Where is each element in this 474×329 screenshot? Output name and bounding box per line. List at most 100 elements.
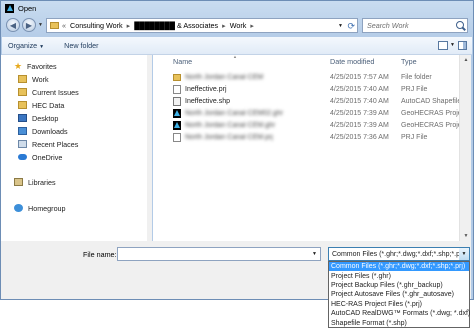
nav-scrollbar[interactable] xyxy=(147,55,152,241)
forward-arrow-icon: ▶ xyxy=(25,20,33,30)
breadcrumb-associates-label: ████████ & Associates xyxy=(134,21,219,30)
downloads-icon xyxy=(18,127,27,135)
nav-item-label: Recent Places xyxy=(32,139,79,149)
breadcrumb-consulting-work[interactable]: Consulting Work xyxy=(70,21,123,30)
scroll-up-icon[interactable]: ▲ xyxy=(462,56,470,64)
back-arrow-icon: ◀ xyxy=(9,20,17,30)
folder-icon xyxy=(18,75,27,83)
nav-item-work[interactable]: Work xyxy=(18,73,49,85)
file-type-option[interactable]: HEC-RAS Project Files (*.prj) xyxy=(329,300,469,309)
file-type-option[interactable]: AutoCAD RealDWG™ Formats (*.dwg; *.dxf) xyxy=(329,309,470,318)
libraries-icon xyxy=(14,178,23,186)
nav-item-downloads[interactable]: Downloads xyxy=(18,125,68,137)
column-header-name[interactable]: Name ▲ xyxy=(173,54,323,68)
nav-item-label: Current Issues xyxy=(32,87,79,97)
nav-item-hec-data[interactable]: HEC Data xyxy=(18,99,64,111)
breadcrumb-separator-icon[interactable]: ▸ xyxy=(127,21,131,30)
overflow-chevron-icon[interactable]: « xyxy=(62,21,66,30)
nav-favorites-label: Favorites xyxy=(27,61,57,71)
chevron-down-icon[interactable]: ▼ xyxy=(459,248,469,260)
recent-locations-dropdown[interactable]: ▼ xyxy=(38,22,43,28)
new-folder-button[interactable]: New folder xyxy=(58,41,104,50)
folder-icon xyxy=(18,101,27,109)
chevron-down-icon: ▼ xyxy=(39,44,45,50)
file-date: 4/25/2015 7:39 AM xyxy=(330,110,389,117)
file-list-scrollbar[interactable]: ▲ ▼ xyxy=(459,55,471,241)
file-type: GeoHECRAS Project xyxy=(401,122,459,129)
refresh-icon[interactable]: ⟳ xyxy=(347,21,355,32)
file-type: File folder xyxy=(401,74,432,81)
column-header-type[interactable]: Type xyxy=(401,55,417,68)
file-row[interactable]: North Jordan Canal CEM02.ghr 4/25/2015 7… xyxy=(153,108,459,119)
address-bar[interactable]: « Consulting Work ▸ ████████ & Associate… xyxy=(46,18,358,33)
organize-label: Organize xyxy=(8,41,38,50)
breadcrumb-separator-icon[interactable]: ▸ xyxy=(250,21,254,30)
breadcrumb-associates[interactable]: ████████ & Associates xyxy=(134,21,218,30)
folder-icon xyxy=(173,74,181,81)
scroll-down-icon[interactable]: ▼ xyxy=(462,232,470,240)
homegroup-icon xyxy=(14,204,23,212)
file-type-dropdown-list: Common Files (*.ghr;*.dwg;*.dxf;*.shp;*.… xyxy=(328,261,470,328)
back-button[interactable]: ◀ xyxy=(6,18,20,32)
nav-item-label: OneDrive xyxy=(32,152,63,162)
ghr-file-icon xyxy=(173,121,181,130)
file-name: Ineffective.prj xyxy=(185,86,227,93)
nav-libraries-label: Libraries xyxy=(28,177,56,187)
search-placeholder: Search Work xyxy=(367,21,409,30)
file-date: 4/25/2015 7:57 AM xyxy=(330,74,389,81)
file-type-option[interactable]: Shapefile Format (*.shp) xyxy=(329,318,469,327)
search-icon xyxy=(456,21,464,29)
ghr-file-icon xyxy=(173,109,181,118)
file-list: Name ▲ Date modified Type North Jordan C… xyxy=(153,54,459,241)
file-type-select[interactable]: Common Files (*.ghr;*.dwg;*.dxf;*.shp;*.… xyxy=(328,247,470,261)
file-type-option[interactable]: Common Files (*.ghr;*.dwg;*.dxf;*.shp;*.… xyxy=(329,262,469,272)
file-type-selected: Common Files (*.ghr;*.dwg;*.dxf;*.shp;*.… xyxy=(332,250,467,258)
recent-places-icon xyxy=(18,140,27,148)
nav-item-label: HEC Data xyxy=(32,100,65,110)
nav-homegroup[interactable]: Homegroup xyxy=(14,202,66,214)
file-name: North Jordan Canal CEM.prj xyxy=(185,134,273,141)
file-row[interactable]: Ineffective.prj 4/25/2015 7:40 AM PRJ Fi… xyxy=(153,84,459,95)
navigation-pane: ★ Favorites Work Current Issues HEC Data… xyxy=(1,55,152,241)
file-name-input[interactable]: ▼ xyxy=(117,247,321,261)
breadcrumb-work[interactable]: Work xyxy=(230,21,247,30)
file-row[interactable]: North Jordan Canal CEM.prj 4/25/2015 7:3… xyxy=(153,132,459,143)
file-date: 4/25/2015 7:39 AM xyxy=(330,122,389,129)
file-type-option[interactable]: Project Files (*.ghr) xyxy=(329,271,469,280)
column-header-date-label: Date modified xyxy=(330,57,375,66)
nav-favorites[interactable]: ★ Favorites xyxy=(14,60,57,72)
chevron-down-icon[interactable]: ▼ xyxy=(312,251,317,257)
title-bar: Open xyxy=(1,1,473,16)
nav-item-desktop[interactable]: Desktop xyxy=(18,112,58,124)
file-row[interactable]: Ineffective.shp 4/25/2015 7:40 AM AutoCA… xyxy=(153,96,459,107)
cloud-icon xyxy=(18,154,27,160)
organize-button[interactable]: Organize ▼ xyxy=(2,41,50,50)
nav-item-onedrive[interactable]: OneDrive xyxy=(18,151,62,163)
file-type-option[interactable]: Project Backup Files (*.ghr_backup) xyxy=(329,281,469,290)
sort-arrow-icon: ▲ xyxy=(233,54,237,59)
file-type-option[interactable]: Project Autosave Files (*.ghr_autosave) xyxy=(329,290,469,299)
folder-icon xyxy=(18,88,27,96)
nav-item-recent-places[interactable]: Recent Places xyxy=(18,138,78,150)
file-row[interactable]: North Jordan Canal CEM.ghr 4/25/2015 7:3… xyxy=(153,120,459,131)
file-name: North Jordan Canal CEM xyxy=(185,74,264,81)
nav-item-label: Downloads xyxy=(32,126,68,136)
change-view-icon[interactable] xyxy=(438,41,448,50)
nav-homegroup-label: Homegroup xyxy=(28,203,66,213)
file-type: PRJ File xyxy=(401,134,428,141)
search-input[interactable]: Search Work xyxy=(362,18,468,33)
file-row[interactable]: North Jordan Canal CEM 4/25/2015 7:57 AM… xyxy=(153,72,459,83)
column-header-date[interactable]: Date modified xyxy=(330,55,374,68)
view-dropdown-icon[interactable]: ▼ xyxy=(450,42,455,48)
window-title: Open xyxy=(18,4,37,13)
app-icon xyxy=(5,4,14,13)
file-type: PRJ File xyxy=(401,86,428,93)
preview-pane-icon[interactable] xyxy=(458,41,467,50)
address-dropdown-icon[interactable]: ▼ xyxy=(338,23,343,29)
forward-button[interactable]: ▶ xyxy=(22,18,36,32)
breadcrumb-separator-icon[interactable]: ▸ xyxy=(222,21,226,30)
nav-item-current-issues[interactable]: Current Issues xyxy=(18,86,79,98)
nav-libraries[interactable]: Libraries xyxy=(14,176,56,188)
star-icon: ★ xyxy=(14,61,23,71)
shp-file-icon xyxy=(173,97,181,106)
